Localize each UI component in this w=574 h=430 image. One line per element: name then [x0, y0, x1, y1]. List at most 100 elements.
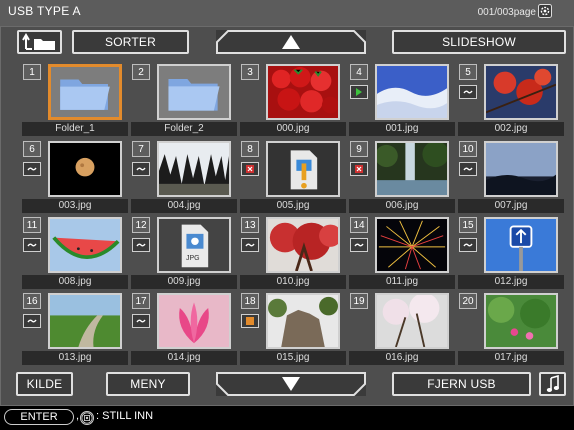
file-name: 014.jpg	[131, 351, 237, 365]
up-folder-button[interactable]	[17, 30, 62, 54]
file-item[interactable]: 10 007.jpg	[456, 140, 566, 217]
file-name: 017.jpg	[458, 351, 564, 365]
thumbnail[interactable]	[375, 141, 449, 197]
file-browser-panel: SORTER SLIDESHOW 1 Folder_1 2 Folder_2 3 000.…	[0, 26, 574, 406]
file-item[interactable]: 5 002.jpg	[456, 63, 566, 140]
file-item[interactable]: 9 006.jpg	[347, 140, 457, 217]
status-badge	[241, 238, 259, 252]
item-number: 5	[459, 64, 477, 80]
file-item[interactable]: 8 005.jpg	[238, 140, 348, 217]
status-badge	[459, 238, 477, 252]
status-badge	[241, 162, 259, 176]
file-item[interactable]: 13 010.jpg	[238, 216, 348, 293]
status-badge	[350, 162, 368, 176]
item-number: 19	[350, 293, 368, 309]
item-number: 6	[23, 141, 41, 157]
meny-button[interactable]: MENY	[106, 372, 190, 396]
file-item[interactable]: 3 000.jpg	[238, 63, 348, 140]
file-name: 012.jpg	[458, 275, 564, 289]
thumbnail[interactable]	[157, 293, 231, 349]
still-button-icon	[80, 411, 94, 425]
file-item[interactable]: 15 012.jpg	[456, 216, 566, 293]
title-bar: USB TYPE A 001/003page	[0, 0, 574, 26]
thumbnail[interactable]: JPG	[157, 217, 231, 273]
thumbnail[interactable]	[484, 217, 558, 273]
file-item[interactable]: 16 013.jpg	[20, 292, 130, 369]
file-name: 002.jpg	[458, 122, 564, 136]
folder-item[interactable]: 2 Folder_2	[129, 63, 239, 140]
item-number: 4	[350, 64, 368, 80]
thumbnail[interactable]	[484, 293, 558, 349]
kilde-button[interactable]: KILDE	[16, 372, 73, 396]
thumbnail[interactable]	[484, 64, 558, 120]
file-item[interactable]: 19 016.jpg	[347, 292, 457, 369]
thumbnail[interactable]	[266, 141, 340, 197]
file-name: Folder_2	[131, 122, 237, 136]
item-number: 9	[350, 141, 368, 157]
page-title: USB TYPE A	[8, 4, 81, 18]
file-item[interactable]: 6 003.jpg	[20, 140, 130, 217]
file-name: 013.jpg	[22, 351, 128, 365]
file-item[interactable]: 12 JPG 009.jpg	[129, 216, 239, 293]
thumbnail[interactable]	[266, 217, 340, 273]
thumbnail[interactable]	[484, 141, 558, 197]
thumbnail[interactable]	[48, 217, 122, 273]
file-name: 007.jpg	[458, 199, 564, 213]
enter-key-hint: ENTER	[4, 409, 74, 425]
status-bar: ENTER , : STILL INN	[0, 406, 574, 430]
item-number: 7	[132, 141, 150, 157]
thumbnail[interactable]	[48, 293, 122, 349]
file-item[interactable]: 18 015.jpg	[238, 292, 348, 369]
status-badge	[459, 85, 477, 99]
folder-item[interactable]: 1 Folder_1	[20, 63, 130, 140]
thumbnail[interactable]	[375, 293, 449, 349]
item-number: 14	[350, 217, 368, 233]
status-badge	[350, 238, 368, 252]
status-badge	[23, 314, 41, 328]
file-name: 001.jpg	[349, 122, 455, 136]
item-number: 2	[132, 64, 150, 80]
item-number: 1	[23, 64, 41, 80]
triangle-down-icon	[282, 377, 300, 391]
file-name: 009.jpg	[131, 275, 237, 289]
thumbnail[interactable]	[266, 293, 340, 349]
still-inn-label: : STILL INN	[96, 410, 154, 422]
thumbnail[interactable]	[48, 141, 122, 197]
file-item[interactable]: 14 011.jpg	[347, 216, 457, 293]
file-item[interactable]: 20 017.jpg	[456, 292, 566, 369]
page-up-button[interactable]	[216, 30, 366, 54]
thumbnail[interactable]	[375, 217, 449, 273]
file-name: 015.jpg	[240, 351, 346, 365]
item-number: 11	[23, 217, 41, 233]
slideshow-button[interactable]: SLIDESHOW	[392, 30, 566, 54]
status-badge	[350, 85, 368, 99]
item-number: 3	[241, 64, 259, 80]
page-down-button[interactable]	[216, 372, 366, 396]
file-name: Folder_1	[22, 122, 128, 136]
file-item[interactable]: 4 001.jpg	[347, 63, 457, 140]
file-name: 011.jpg	[349, 275, 455, 289]
file-item[interactable]: 7 004.jpg	[129, 140, 239, 217]
thumbnail[interactable]	[266, 64, 340, 120]
item-number: 12	[132, 217, 150, 233]
music-button[interactable]	[539, 372, 566, 396]
file-item[interactable]: 17 014.jpg	[129, 292, 239, 369]
status-badge	[241, 314, 259, 328]
fjern-usb-button[interactable]: FJERN USB	[392, 372, 531, 396]
file-item[interactable]: 11 008.jpg	[20, 216, 130, 293]
gear-icon[interactable]	[538, 4, 552, 18]
thumbnail[interactable]	[375, 64, 449, 120]
file-name: 000.jpg	[240, 122, 346, 136]
thumbnail[interactable]	[48, 64, 122, 120]
item-number: 20	[459, 293, 477, 309]
item-number: 8	[241, 141, 259, 157]
thumbnail[interactable]	[157, 141, 231, 197]
status-badge	[459, 162, 477, 176]
item-number: 16	[23, 293, 41, 309]
sorter-button[interactable]: SORTER	[72, 30, 189, 54]
thumbnail[interactable]	[157, 64, 231, 120]
status-badge	[23, 162, 41, 176]
status-badge	[132, 162, 150, 176]
file-name: 004.jpg	[131, 199, 237, 213]
file-name: 003.jpg	[22, 199, 128, 213]
